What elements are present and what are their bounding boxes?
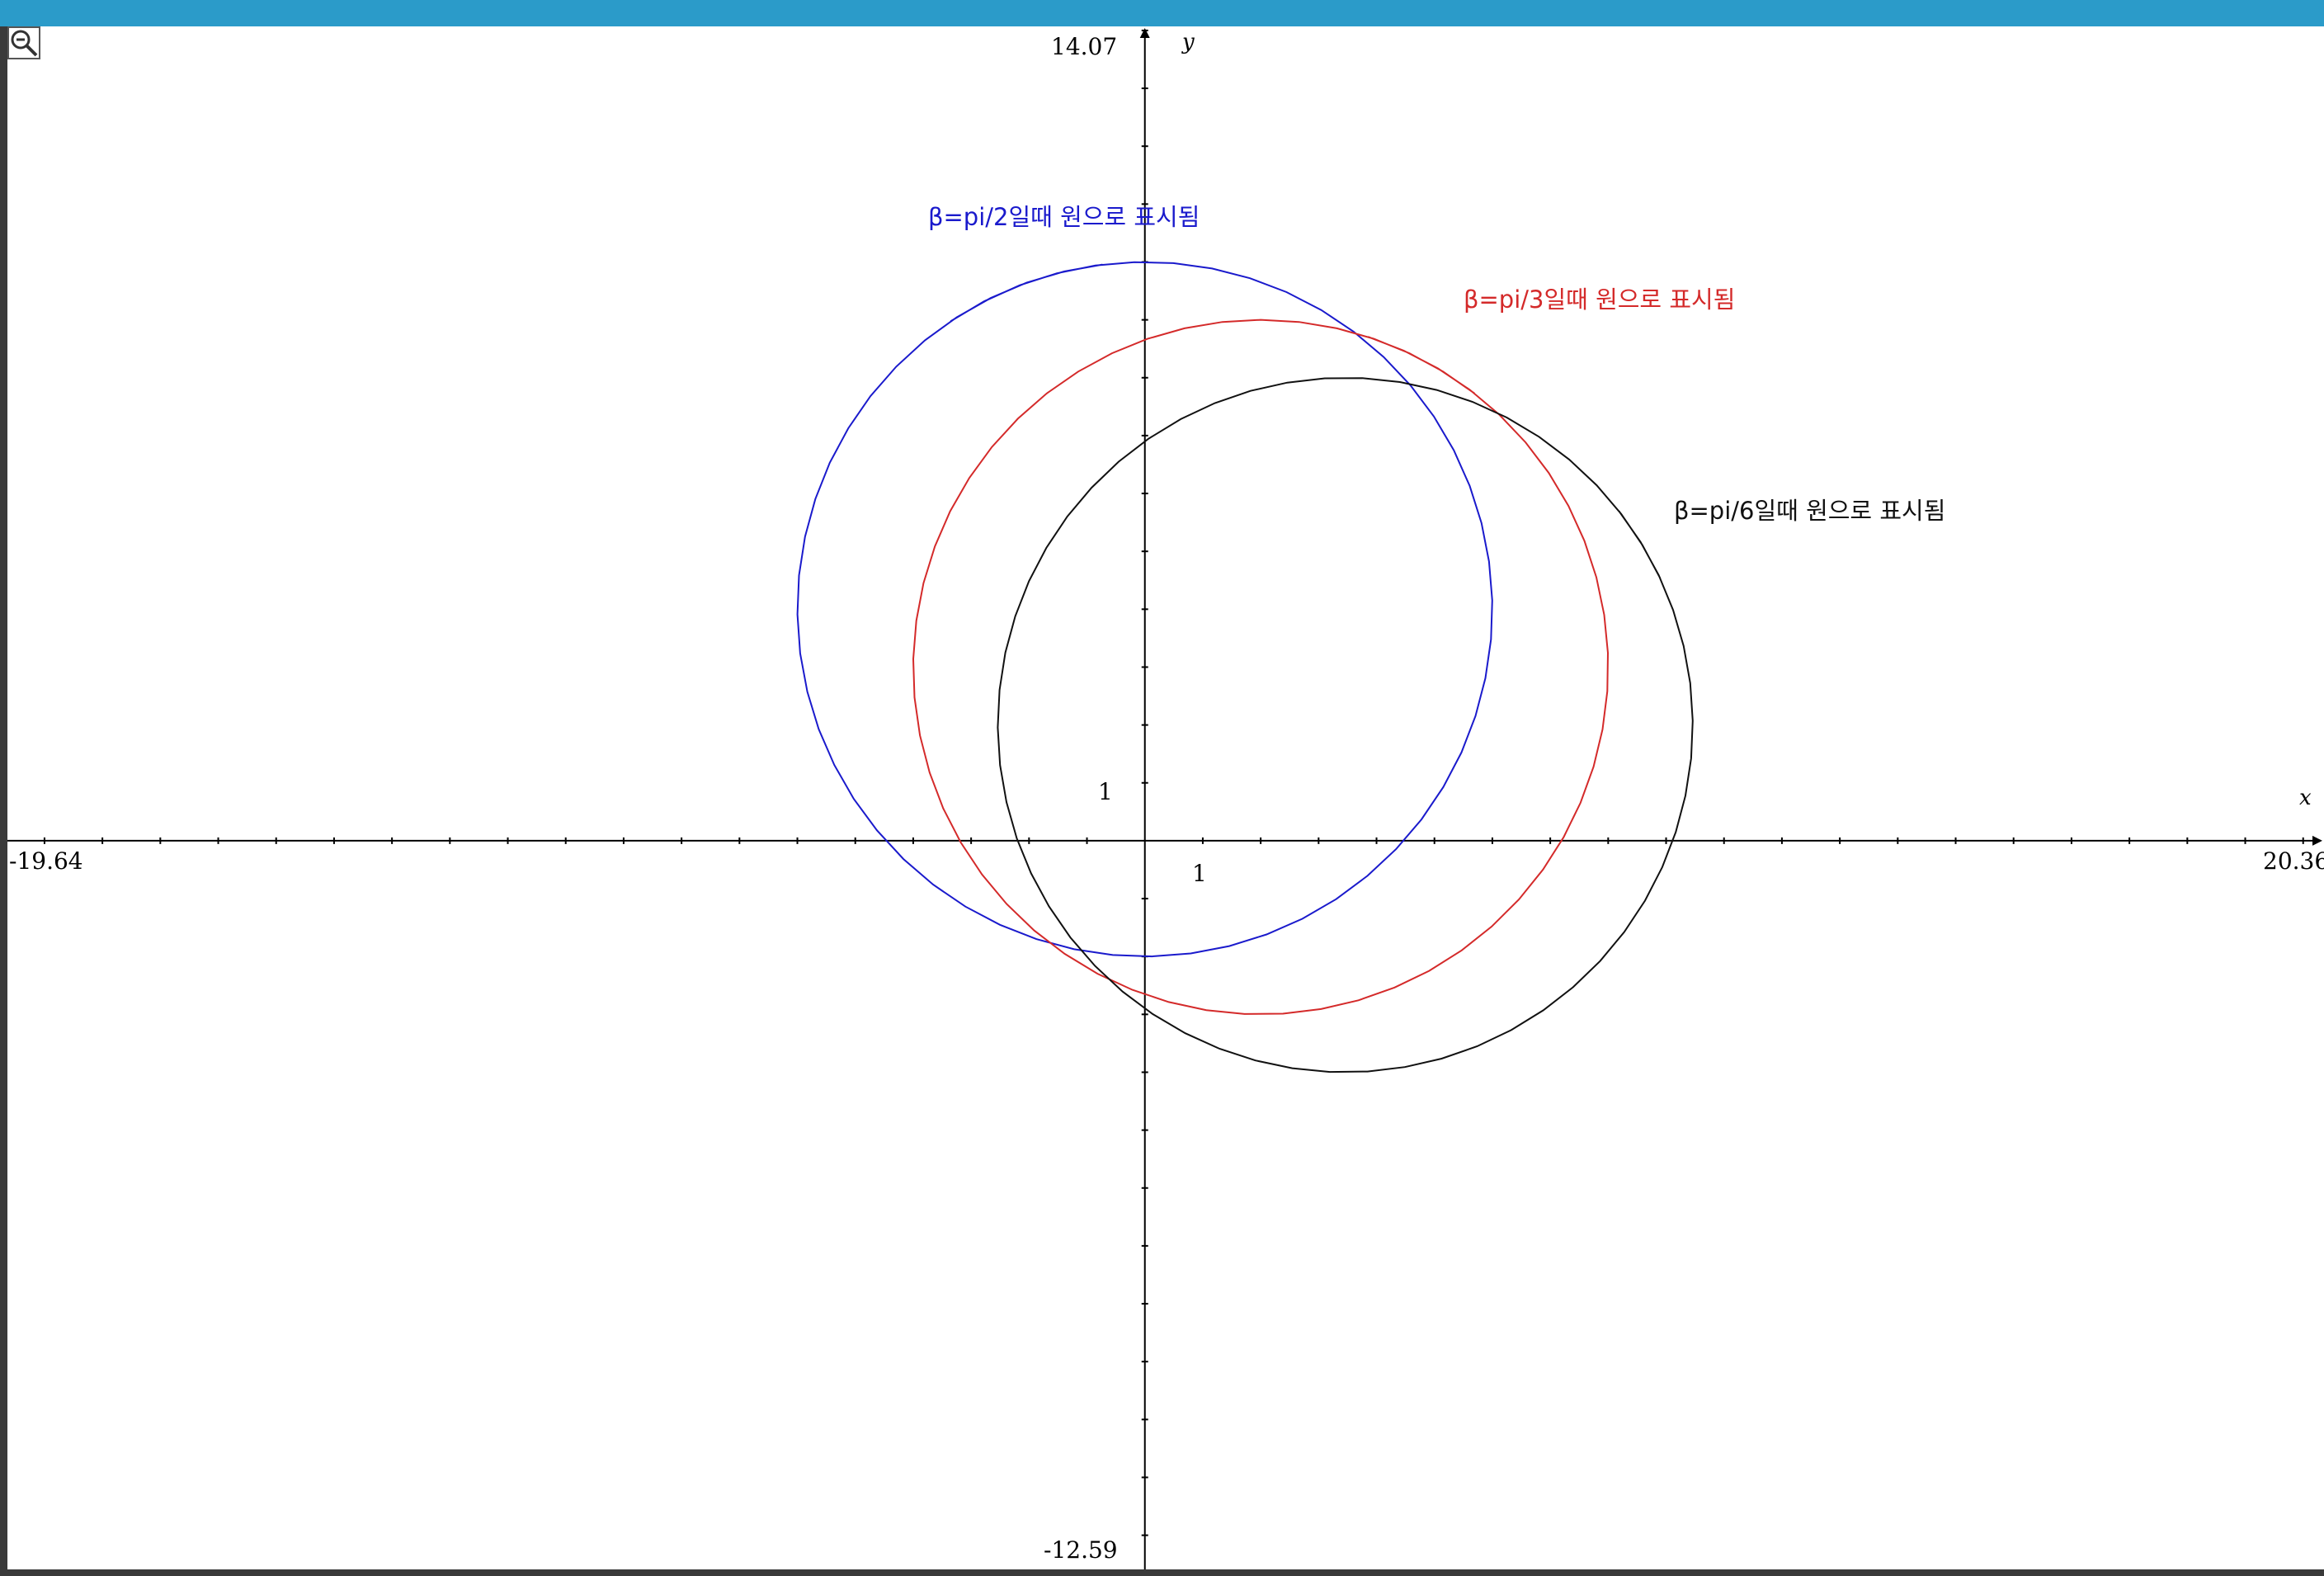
y-axis-arrow xyxy=(1139,28,1150,38)
zoom-out-button[interactable] xyxy=(7,26,40,59)
graph-window[interactable]: -19.64 20.36 14.07 -12.59 1 1 x y β=pi/2… xyxy=(7,26,2324,1569)
zoom-out-icon xyxy=(7,26,40,59)
axes xyxy=(7,28,2322,1569)
title-bar xyxy=(0,0,2324,26)
annotation-pi-over-6: β=pi/6일때 원으로 표시됨 xyxy=(1674,497,1945,525)
y-max-label: 14.07 xyxy=(1051,33,1117,60)
x-axis-name: x xyxy=(2299,786,2312,810)
x-axis-arrow xyxy=(2312,835,2322,846)
annotation-pi-over-2: β=pi/2일때 원으로 표시됨 xyxy=(928,203,1200,231)
y-unit-label: 1 xyxy=(1098,778,1113,805)
y-min-label: -12.59 xyxy=(1044,1536,1118,1564)
graph-canvas[interactable]: -19.64 20.36 14.07 -12.59 1 1 x y β=pi/2… xyxy=(7,26,2324,1569)
x-max-label: 20.36 xyxy=(2263,847,2324,875)
labels: -19.64 20.36 14.07 -12.59 1 1 x y β=pi/2… xyxy=(9,30,2324,1564)
curve-series-1 xyxy=(912,319,1610,1015)
y-axis-name: y xyxy=(1181,30,1195,54)
curve-series-2 xyxy=(997,377,1694,1073)
x-unit-label: 1 xyxy=(1192,860,1207,887)
annotation-pi-over-3: β=pi/3일때 원으로 표시됨 xyxy=(1464,285,1735,314)
curves xyxy=(796,261,1694,1073)
x-min-label: -19.64 xyxy=(9,847,83,875)
